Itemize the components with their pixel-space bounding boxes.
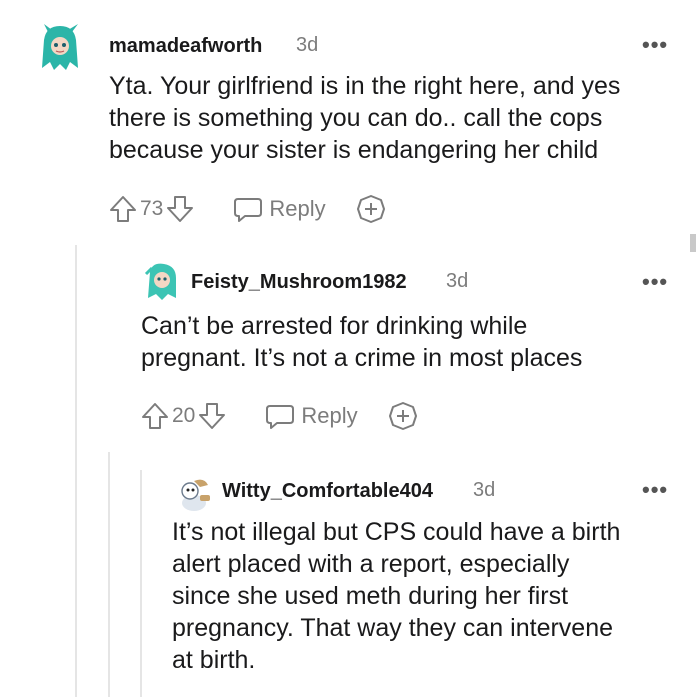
comment-age: 3d (296, 34, 319, 56)
user-avatar[interactable] (38, 22, 82, 72)
comment-actions: 73 Reply (108, 194, 386, 224)
comment-line: at birth. (172, 646, 256, 674)
username[interactable]: mamadeafworth (109, 35, 262, 58)
reply-button[interactable]: Reply (233, 195, 326, 223)
comment-age: 3d (446, 270, 469, 292)
comment-line: there is something you can do.. call the… (109, 104, 603, 132)
vote-count: 73 (140, 197, 164, 220)
reply-button[interactable]: Reply (265, 402, 358, 430)
more-options-icon[interactable]: ••• (642, 479, 668, 501)
downvote-arrow-icon[interactable] (197, 401, 227, 431)
comment-line: Yta. Your girlfriend is in the right her… (109, 72, 621, 100)
comment-body: Can’t be arrested for drinking while pre… (141, 310, 681, 374)
award-plus-icon[interactable] (356, 194, 386, 224)
comment-line: pregnant. It’s not a crime in most place… (141, 344, 583, 372)
comment-body: Yta. Your girlfriend is in the right her… (109, 70, 679, 166)
comment-feisty-mushroom1982: Feisty_Mushroom1982 3d ••• Can’t be arre… (0, 250, 700, 450)
comment-line: It’s not illegal but CPS could have a bi… (172, 518, 621, 546)
comment-mamadeafworth: mamadeafworth 3d ••• Yta. Your girlfrien… (0, 0, 700, 240)
upvote-arrow-icon[interactable] (140, 401, 170, 431)
comment-age: 3d (473, 479, 496, 501)
reply-label: Reply (301, 403, 358, 428)
comment-line: pregnancy. That way they can intervene (172, 614, 614, 642)
speech-bubble-icon (266, 405, 295, 429)
comment-line: alert placed with a report, especially (172, 550, 570, 578)
downvote-arrow-icon[interactable] (165, 194, 195, 224)
vote-count: 20 (172, 404, 196, 427)
reply-label: Reply (269, 196, 326, 221)
speech-bubble-icon (234, 198, 263, 222)
user-avatar[interactable] (142, 260, 182, 302)
comment-line: since she used meth during her first (172, 582, 569, 610)
comment-line: Can’t be arrested for drinking while (141, 312, 528, 340)
comment-body: It’s not illegal but CPS could have a bi… (172, 516, 682, 676)
upvote-arrow-icon[interactable] (108, 194, 138, 224)
award-plus-icon[interactable] (388, 401, 418, 431)
username[interactable]: Feisty_Mushroom1982 (191, 271, 407, 294)
user-avatar[interactable] (174, 473, 214, 513)
more-options-icon[interactable]: ••• (642, 34, 668, 56)
comment-actions: 20 Reply (140, 401, 418, 431)
comment-witty-comfortable404: Witty_Comfortable404 3d ••• It’s not ill… (0, 465, 700, 697)
comment-line: because your sister is endangering her c… (109, 136, 599, 164)
username[interactable]: Witty_Comfortable404 (222, 480, 433, 503)
more-options-icon[interactable]: ••• (642, 271, 668, 293)
